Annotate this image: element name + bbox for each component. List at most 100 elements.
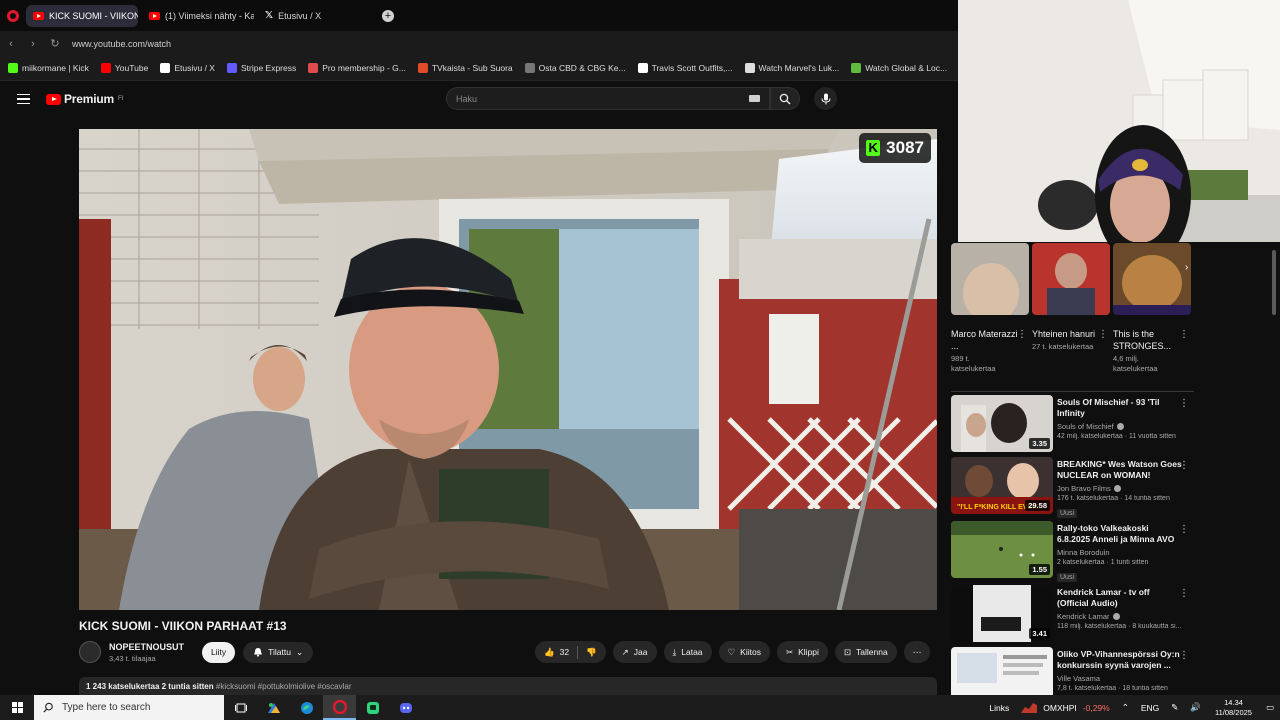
- channel-name[interactable]: Souls of Mischief: [1057, 422, 1114, 431]
- short-item[interactable]: Yhteinen hanuri 27 t. katselukertaa ⋮: [1032, 243, 1110, 352]
- taskbar-app-chat[interactable]: [356, 695, 389, 720]
- channel-name[interactable]: Minna Boroduin: [1057, 548, 1110, 557]
- keyboard-icon[interactable]: [749, 95, 760, 102]
- short-thumbnail[interactable]: [951, 243, 1029, 315]
- taskbar-app-discord[interactable]: [389, 695, 422, 720]
- network-icon[interactable]: ✎: [1171, 702, 1178, 713]
- hashtags[interactable]: #kicksuomi #pottukolmiolive #oscavlar: [216, 682, 352, 691]
- save-button[interactable]: ⊡ Tallenna: [834, 641, 897, 663]
- taskbar-app-opera[interactable]: [323, 695, 356, 720]
- bookmark-item[interactable]: TVkaista - Sub Suora: [417, 63, 513, 73]
- volume-icon[interactable]: 🔊: [1190, 702, 1201, 713]
- opera-menu-icon[interactable]: [0, 0, 26, 31]
- short-thumbnail[interactable]: [1032, 243, 1110, 315]
- more-vert-icon[interactable]: ⋮: [1179, 398, 1189, 409]
- bookmark-item[interactable]: Osta CBD & CBG Ke...: [524, 63, 626, 73]
- recommended-video[interactable]: "I'LL F*KING KILL EVERY 29.58 BREAKING* …: [951, 457, 1196, 518]
- like-count[interactable]: 32: [560, 647, 569, 657]
- search-input[interactable]: Haku: [446, 87, 770, 110]
- youtube-premium-logo[interactable]: Premium FI: [46, 92, 123, 106]
- recommended-video[interactable]: 3.35 Souls Of Mischief - 93 'Til Infinit…: [951, 395, 1196, 453]
- more-vert-icon[interactable]: ⋮: [1017, 329, 1027, 340]
- short-title[interactable]: Marco Materazzi ...: [951, 328, 1019, 352]
- view-count: 1 243 katselukertaa: [86, 682, 160, 691]
- bookmark-favicon-icon: [417, 63, 428, 73]
- short-title[interactable]: Yhteinen hanuri: [1032, 328, 1100, 340]
- video-thumbnail[interactable]: 1.55: [951, 521, 1053, 578]
- short-item[interactable]: This is the STRONGES... 4,6 milj. katsel…: [1113, 243, 1191, 375]
- task-view-button[interactable]: [224, 695, 257, 720]
- taskbar-app-colorful[interactable]: [257, 695, 290, 720]
- channel-name[interactable]: Kendrick Lamar: [1057, 612, 1110, 621]
- back-icon[interactable]: ‹: [0, 38, 22, 50]
- like-icon[interactable]: 👍: [544, 647, 555, 658]
- bookmark-item[interactable]: Stripe Express: [226, 63, 296, 73]
- bookmark-item[interactable]: Travis Scott Outfits,...: [637, 63, 733, 73]
- kick-viewer-badge: K 3087: [859, 133, 931, 163]
- video-title[interactable]: Rally-toko Valkeakoski 6.8.2025 Anneli j…: [1057, 523, 1183, 546]
- subscribed-button[interactable]: Tilattu ⌄: [243, 641, 314, 663]
- voice-search-button[interactable]: [814, 87, 837, 110]
- video-title[interactable]: Souls Of Mischief - 93 'Til Infinity: [1057, 397, 1183, 420]
- sidebar-scrollbar[interactable]: [1272, 250, 1276, 315]
- more-vert-icon[interactable]: ⋮: [1179, 650, 1189, 661]
- clip-button[interactable]: ✂ Klippi: [776, 641, 828, 663]
- video-thumbnail[interactable]: "I'LL F*KING KILL EVERY 29.58: [951, 457, 1053, 514]
- channel-avatar[interactable]: [79, 641, 101, 663]
- taskbar-app-edge[interactable]: [290, 695, 323, 720]
- dislike-icon[interactable]: 👎: [586, 647, 597, 658]
- video-player[interactable]: K 3087: [79, 129, 937, 610]
- links-toolbar[interactable]: Links: [989, 703, 1009, 713]
- clip-label: Klippi: [798, 647, 819, 657]
- video-title[interactable]: Kendrick Lamar - tv off (Official Audio): [1057, 587, 1183, 610]
- bookmark-item[interactable]: Etusivu / X: [160, 63, 215, 73]
- start-button[interactable]: [0, 702, 34, 713]
- thanks-button[interactable]: ♡ Kiitos: [718, 641, 770, 663]
- clock[interactable]: 14.34 11/08/2025: [1215, 698, 1252, 717]
- bookmark-item[interactable]: Watch Global & Loc...: [851, 63, 947, 73]
- stock-ticker[interactable]: OMXHPI: [1043, 703, 1077, 713]
- short-title[interactable]: This is the STRONGES...: [1113, 328, 1181, 352]
- more-actions-button[interactable]: ⋯: [903, 641, 931, 663]
- chevron-right-icon[interactable]: ›: [1185, 262, 1199, 276]
- recommended-video[interactable]: 3.41 Kendrick Lamar - tv off (Official A…: [951, 585, 1196, 643]
- browser-tab-3[interactable]: 𝕏 Etusivu / X: [258, 5, 370, 27]
- channel-name[interactable]: Jon Bravo Films: [1057, 484, 1111, 493]
- new-tab-button[interactable]: +: [382, 9, 394, 22]
- video-thumbnail[interactable]: 3.41: [951, 585, 1053, 642]
- bookmark-label: YouTube: [114, 63, 149, 73]
- recommended-video[interactable]: 1.55 Rally-toko Valkeakoski 6.8.2025 Ann…: [951, 521, 1196, 582]
- channel-name[interactable]: NOPEETNOUSUT: [109, 642, 184, 652]
- taskbar-search-input[interactable]: Type here to search: [34, 695, 224, 720]
- short-thumbnail[interactable]: [1113, 243, 1191, 315]
- more-vert-icon[interactable]: ⋮: [1179, 329, 1189, 340]
- share-button[interactable]: ↗ Jaa: [612, 641, 657, 663]
- description-box[interactable]: 1 243 katselukertaa 2 tuntia sitten #kic…: [79, 677, 937, 695]
- bookmark-item[interactable]: Pro membership - G...: [308, 63, 406, 73]
- bookmark-item[interactable]: Watch Marvel's Luk...: [744, 63, 839, 73]
- more-vert-icon[interactable]: ⋮: [1179, 460, 1189, 471]
- reload-icon[interactable]: ↻: [44, 37, 66, 50]
- notifications-icon[interactable]: ▭: [1266, 702, 1274, 713]
- language-indicator[interactable]: ENG: [1141, 703, 1159, 713]
- short-item[interactable]: Marco Materazzi ... 989 t. katselukertaa…: [951, 243, 1029, 375]
- video-title[interactable]: Oliko VP-Vihannespörssi Oy:n konkurssin …: [1057, 649, 1183, 672]
- bookmark-item[interactable]: YouTube: [100, 63, 149, 73]
- join-button[interactable]: Liity: [202, 641, 236, 663]
- url-field[interactable]: www.youtube.com/watch: [72, 39, 171, 49]
- download-button[interactable]: ⤓ Lataa: [663, 641, 712, 663]
- bookmark-item[interactable]: miikormane | Kick: [8, 63, 89, 73]
- webcam-frame: [958, 0, 1280, 242]
- video-title[interactable]: BREAKING* Wes Watson Goes NUCLEAR on WOM…: [1057, 459, 1183, 482]
- search-button[interactable]: [770, 87, 800, 110]
- channel-name[interactable]: Ville Vasama: [1057, 674, 1100, 683]
- forward-icon[interactable]: ›: [22, 38, 44, 50]
- tray-overflow-icon[interactable]: ⌃: [1122, 702, 1129, 713]
- video-thumbnail[interactable]: 3.35: [951, 395, 1053, 452]
- more-vert-icon[interactable]: ⋮: [1179, 588, 1189, 599]
- more-vert-icon[interactable]: ⋮: [1098, 329, 1108, 340]
- browser-tab-2[interactable]: (1) Viimeksi nähty - Katja: [142, 5, 254, 27]
- browser-tab-1[interactable]: KICK SUOMI - VIIKON: [26, 4, 138, 27]
- more-vert-icon[interactable]: ⋮: [1179, 524, 1189, 535]
- menu-icon[interactable]: [17, 93, 30, 105]
